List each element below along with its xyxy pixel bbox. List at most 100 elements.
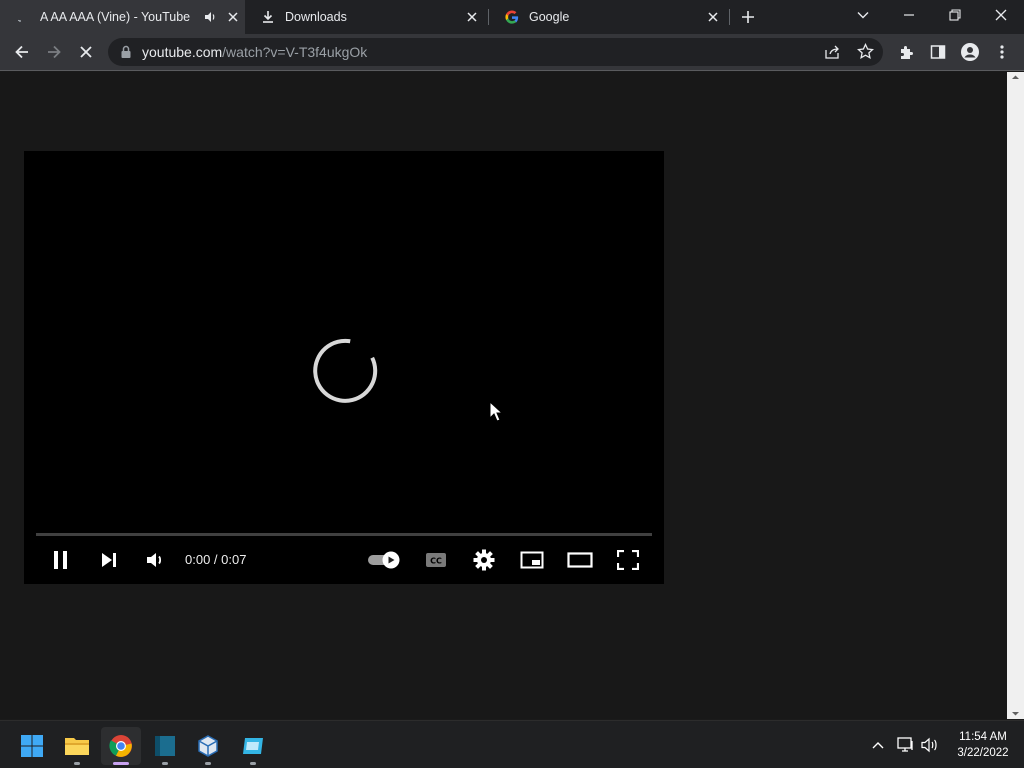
plus-icon <box>742 11 754 23</box>
stop-icon <box>80 46 92 58</box>
svg-text:CC: CC <box>430 557 442 566</box>
url-path: /watch?v=V-T3f4ukgOk <box>222 44 368 60</box>
side-panel-icon <box>930 45 946 59</box>
tab-google[interactable]: Google <box>489 0 729 34</box>
window-app-icon <box>243 738 263 754</box>
volume-icon <box>147 553 162 567</box>
url-text[interactable]: youtube.com/watch?v=V-T3f4ukgOk <box>142 44 367 60</box>
captions-button[interactable]: CC <box>421 545 451 575</box>
taskbar-virtualbox[interactable] <box>188 727 228 765</box>
active-indicator <box>113 762 129 765</box>
forward-button[interactable] <box>41 39 67 65</box>
tab-strip: A AA AAA (Vine) - YouTube Downloads Goog… <box>0 0 1024 34</box>
close-window-button[interactable] <box>978 0 1024 30</box>
pause-button[interactable] <box>46 545 76 575</box>
scroll-down-icon <box>1012 712 1019 716</box>
start-button[interactable] <box>12 727 52 765</box>
cc-icon: CC <box>426 553 446 567</box>
settings-button[interactable] <box>469 545 499 575</box>
tab-audio-icon[interactable] <box>203 10 217 24</box>
extensions-button[interactable] <box>893 39 919 65</box>
network-tray-button[interactable] <box>895 733 917 757</box>
restore-icon <box>949 9 961 21</box>
clock[interactable]: 11:54 AM 3/22/2022 <box>948 729 1018 761</box>
running-indicator <box>74 762 80 765</box>
page-scrollbar[interactable] <box>1007 72 1024 719</box>
autoplay-toggle[interactable] <box>366 545 402 575</box>
minimize-button[interactable] <box>886 0 932 30</box>
clock-time: 11:54 AM <box>959 731 1007 743</box>
lock-icon[interactable] <box>120 45 132 64</box>
time-display: 0:00 / 0:07 <box>185 552 247 567</box>
profile-button[interactable] <box>957 39 983 65</box>
puzzle-icon <box>900 45 913 59</box>
loading-spinner-icon <box>313 338 378 403</box>
theater-mode-button[interactable] <box>564 545 596 575</box>
windows-start-icon <box>21 735 43 757</box>
cube-icon <box>198 735 218 757</box>
mouse-cursor-icon <box>489 401 503 422</box>
folder-icon <box>65 738 89 755</box>
progress-bar[interactable] <box>36 533 652 536</box>
running-indicator <box>250 762 256 765</box>
tab-downloads[interactable]: Downloads <box>245 0 488 34</box>
miniplayer-icon <box>520 551 544 569</box>
fullscreen-button[interactable] <box>613 545 643 575</box>
taskbar-app-book[interactable] <box>145 727 185 765</box>
scroll-up-icon <box>1012 75 1019 79</box>
mute-button[interactable] <box>140 545 170 575</box>
menu-button[interactable] <box>989 39 1015 65</box>
browser-toolbar: youtube.com/watch?v=V-T3f4ukgOk <box>0 34 1024 71</box>
new-tab-button[interactable] <box>732 2 764 32</box>
google-logo-icon <box>505 10 519 24</box>
volume-tray-button[interactable] <box>919 733 941 757</box>
tab-close-icon[interactable] <box>225 9 241 25</box>
chrome-icon <box>109 735 132 757</box>
taskbar-file-explorer[interactable] <box>57 727 97 765</box>
skip-next-icon <box>102 553 116 567</box>
tab-youtube[interactable]: A AA AAA (Vine) - YouTube <box>0 0 245 34</box>
arrow-right-icon <box>48 45 61 59</box>
chevron-up-icon <box>872 742 884 749</box>
screen: A AA AAA (Vine) - YouTube Downloads Goog… <box>0 0 1024 768</box>
share-icon[interactable] <box>824 44 840 65</box>
stop-loading-button[interactable] <box>73 39 99 65</box>
tab-separator <box>729 9 730 25</box>
kebab-menu-icon <box>1000 45 1004 59</box>
next-button[interactable] <box>94 545 124 575</box>
taskbar: 11:54 AM 3/22/2022 <box>0 720 1024 768</box>
minimize-icon <box>904 14 914 16</box>
tab-youtube-title: A AA AAA (Vine) - YouTube <box>40 10 191 24</box>
speaker-icon <box>921 737 937 753</box>
back-button[interactable] <box>9 39 35 65</box>
running-indicator <box>162 762 168 765</box>
theater-mode-icon <box>567 552 593 568</box>
tab-close-icon[interactable] <box>464 9 480 25</box>
tab-downloads-title: Downloads <box>285 10 347 24</box>
download-icon <box>261 10 275 24</box>
show-hidden-icons-button[interactable] <box>868 733 888 757</box>
restore-button[interactable] <box>932 0 978 30</box>
avatar-icon <box>961 43 979 61</box>
address-bar[interactable]: youtube.com/watch?v=V-T3f4ukgOk <box>108 38 883 66</box>
taskbar-app-blue[interactable] <box>233 727 273 765</box>
tab-close-icon[interactable] <box>705 9 721 25</box>
book-app-icon <box>155 736 175 756</box>
clock-date: 3/22/2022 <box>957 747 1009 759</box>
tab-search-button[interactable] <box>840 0 886 30</box>
side-panel-button[interactable] <box>925 39 951 65</box>
bookmark-star-icon[interactable] <box>857 42 874 65</box>
chevron-down-icon <box>857 12 869 19</box>
arrow-left-icon <box>15 45 28 59</box>
url-host: youtube.com <box>142 44 223 60</box>
fullscreen-icon <box>617 550 639 570</box>
autoplay-toggle-icon <box>368 551 400 569</box>
gear-icon <box>473 549 495 571</box>
miniplayer-button[interactable] <box>517 545 547 575</box>
tab-google-title: Google <box>529 10 570 24</box>
taskbar-chrome[interactable] <box>101 727 141 765</box>
loading-favicon-icon <box>16 10 30 24</box>
network-icon <box>897 737 913 752</box>
video-player[interactable]: 0:00 / 0:07 CC <box>24 151 664 584</box>
close-icon <box>995 9 1007 21</box>
